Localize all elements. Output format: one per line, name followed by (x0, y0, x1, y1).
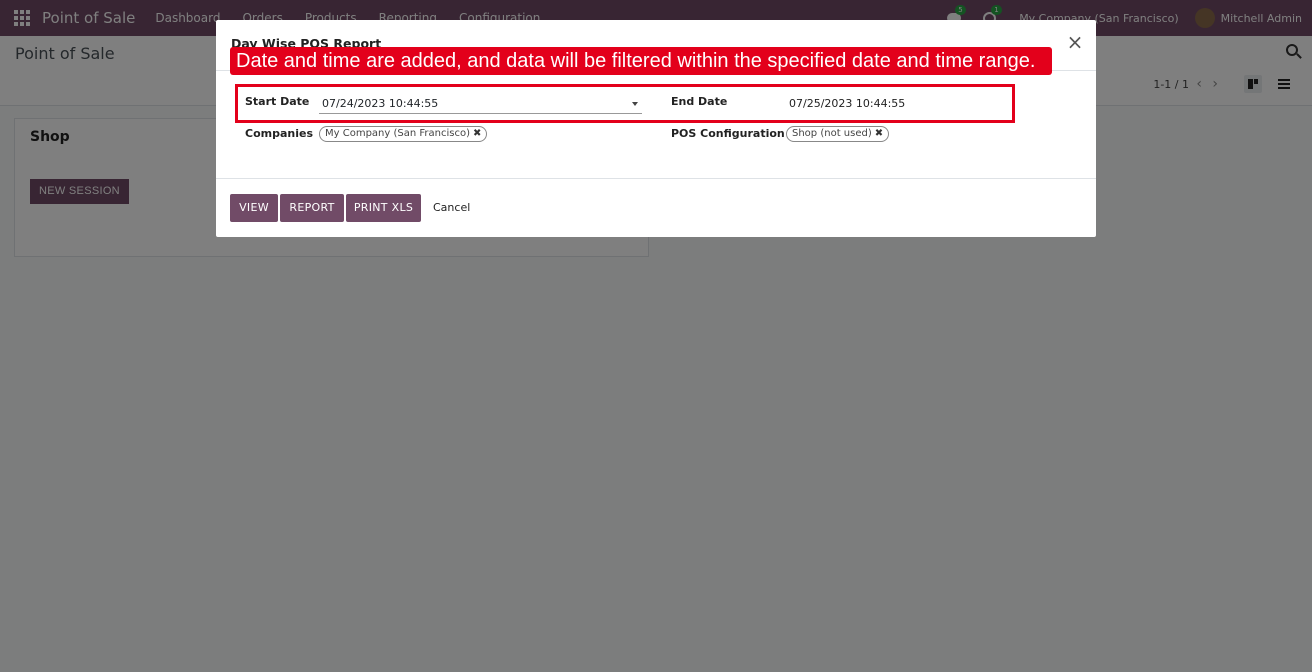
view-button[interactable]: VIEW (230, 194, 278, 222)
remove-tag-icon[interactable]: ✖ (875, 128, 883, 139)
footer-divider (216, 178, 1096, 179)
end-date-label: End Date (671, 95, 728, 108)
company-tag[interactable]: My Company (San Francisco) ✖ (319, 126, 488, 142)
companies-label: Companies (245, 127, 313, 140)
chevron-down-icon[interactable] (632, 102, 638, 106)
end-date-field[interactable]: 07/25/2023 10:44:55 (789, 97, 905, 110)
pos-config-tag-label: Shop (not used) (792, 128, 872, 139)
cancel-button[interactable]: Cancel (433, 194, 470, 222)
day-wise-report-dialog: Day Wise POS Report × Date and time are … (216, 20, 1096, 237)
report-button[interactable]: REPORT (280, 194, 344, 222)
pos-config-tag[interactable]: Shop (not used) ✖ (786, 126, 890, 142)
close-icon[interactable]: × (1066, 32, 1084, 52)
remove-tag-icon[interactable]: ✖ (473, 128, 481, 139)
annotation-banner: Date and time are added, and data will b… (230, 47, 1052, 75)
start-date-label: Start Date (245, 95, 310, 108)
pos-configuration-label: POS Configuration (671, 127, 785, 140)
start-date-field[interactable]: 07/24/2023 10:44:55 (319, 94, 642, 114)
start-date-value: 07/24/2023 10:44:55 (322, 97, 439, 110)
company-tag-label: My Company (San Francisco) (325, 128, 470, 139)
print-xls-button[interactable]: PRINT XLS (346, 194, 421, 222)
